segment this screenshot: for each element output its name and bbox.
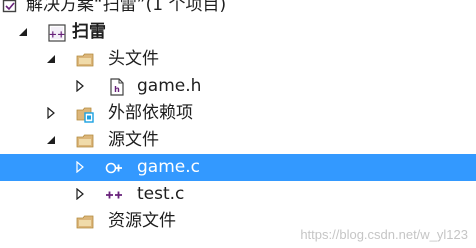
tree-row-external-dependencies[interactable]: 外部依赖项 <box>0 100 476 127</box>
solution-label: 解决方案“扫雷”(1 个项目) <box>26 0 227 15</box>
svg-text:++: ++ <box>49 30 66 41</box>
solution-explorer-tree: 解决方案“扫雷”(1 个项目) ++ 扫雷 头文件 h game.h 外部依赖项… <box>0 0 476 248</box>
source-files-label: 源文件 <box>108 130 159 150</box>
external-dependencies-label: 外部依赖项 <box>108 103 193 123</box>
collapsed-triangle-icon[interactable] <box>45 107 57 119</box>
tree-row-source-files[interactable]: 源文件 <box>0 127 476 154</box>
cpp-source-file-icon <box>105 159 123 177</box>
solution-icon <box>2 0 20 15</box>
tree-row-test-c[interactable]: test.c <box>0 181 476 208</box>
collapsed-triangle-icon[interactable] <box>74 188 86 200</box>
game-h-label: game.h <box>137 76 202 96</box>
game-c-label: game.c <box>137 157 200 177</box>
cpp-project-icon: ++ <box>48 24 66 42</box>
expanded-triangle-icon[interactable] <box>45 53 57 65</box>
expanded-triangle-icon[interactable] <box>45 134 57 146</box>
filter-folder-icon <box>76 132 94 150</box>
tree-row-game-h[interactable]: h game.h <box>0 73 476 100</box>
collapsed-triangle-icon[interactable] <box>74 80 86 92</box>
header-file-icon: h <box>108 78 126 96</box>
svg-text:h: h <box>114 85 120 94</box>
filter-folder-icon <box>76 213 94 231</box>
cpp-source-file-icon <box>105 186 123 204</box>
test-c-label: test.c <box>137 184 185 204</box>
project-label: 扫雷 <box>72 22 106 42</box>
external-dependencies-icon <box>76 105 94 123</box>
resource-files-label: 资源文件 <box>108 211 176 231</box>
header-files-label: 头文件 <box>108 49 159 69</box>
tree-row-solution[interactable]: 解决方案“扫雷”(1 个项目) <box>0 0 476 19</box>
filter-folder-icon <box>76 51 94 69</box>
tree-row-game-c[interactable]: game.c <box>0 154 476 181</box>
expanded-triangle-icon[interactable] <box>17 26 29 38</box>
tree-row-header-files[interactable]: 头文件 <box>0 46 476 73</box>
collapsed-triangle-icon[interactable] <box>74 161 86 173</box>
watermark-text: https://blog.csdn.net/w_yl123 <box>300 227 468 242</box>
tree-row-project[interactable]: ++ 扫雷 <box>0 19 476 46</box>
